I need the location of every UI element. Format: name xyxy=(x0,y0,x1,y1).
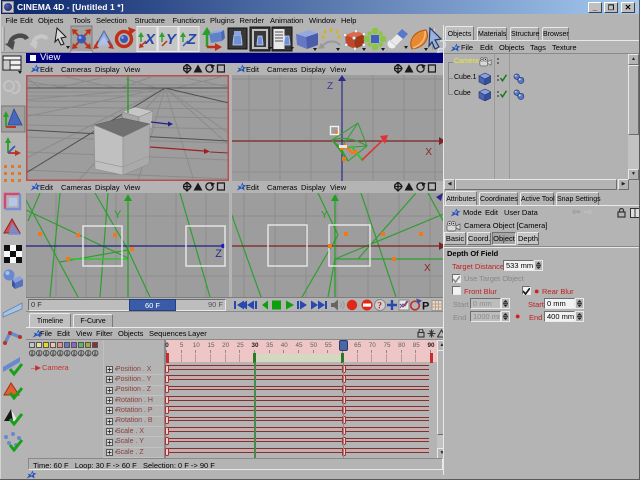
svg-text:X: X xyxy=(424,263,431,274)
svg-text:Y: Y xyxy=(114,209,122,221)
svg-text:Z: Z xyxy=(186,31,197,48)
svg-text:?: ? xyxy=(377,302,382,312)
svg-text:X: X xyxy=(425,147,432,158)
svg-text:Z: Z xyxy=(215,248,222,260)
svg-text:X: X xyxy=(144,31,156,48)
svg-text:Y: Y xyxy=(321,210,328,221)
svg-text:Z: Z xyxy=(327,81,333,92)
